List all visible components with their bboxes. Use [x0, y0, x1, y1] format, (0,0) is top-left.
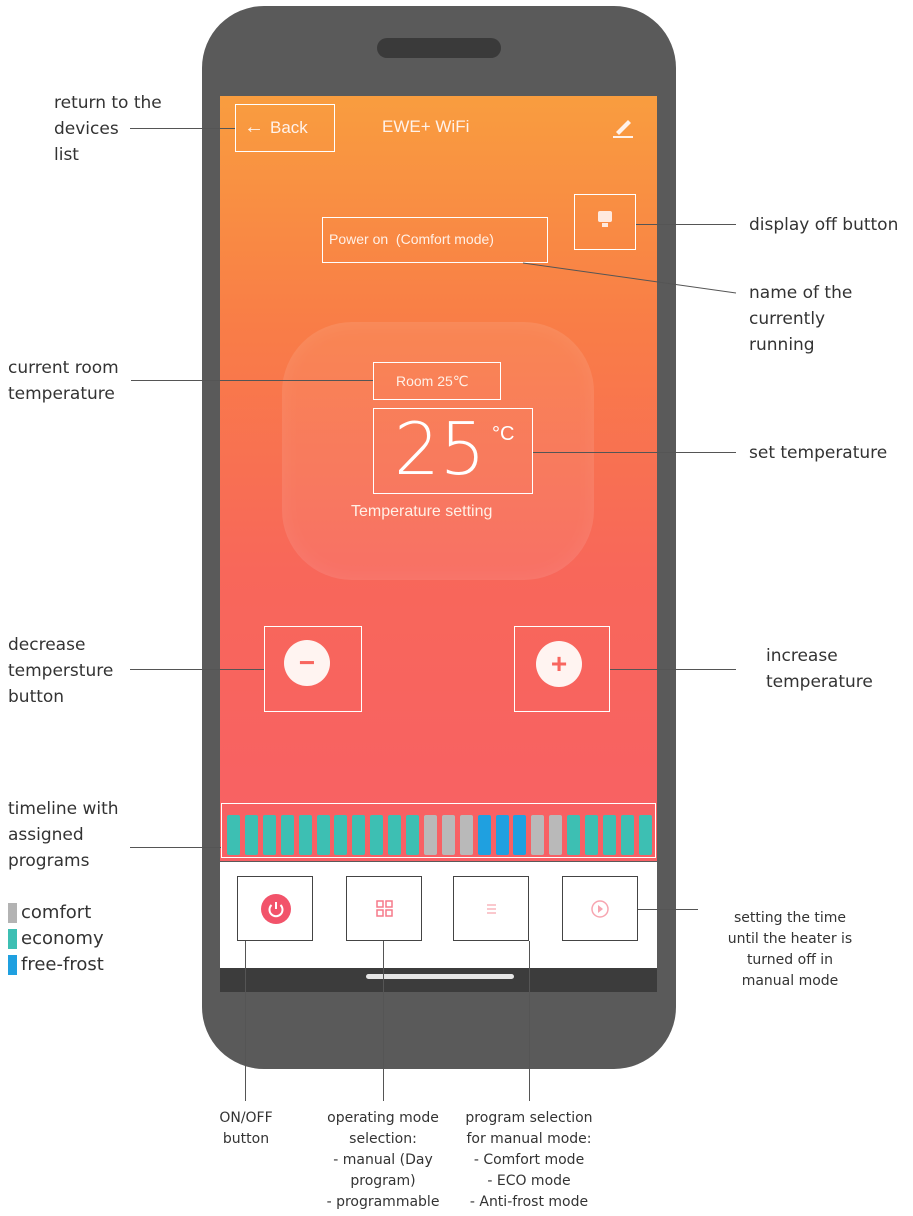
callout-onoff: ON/OFF button	[219, 1110, 273, 1147]
increase-button[interactable]: +	[536, 641, 582, 687]
program-selection-button[interactable]	[453, 876, 529, 941]
connector-set-temp	[533, 452, 736, 453]
legend-label-economy: economy	[21, 928, 104, 949]
callout-back: return to the devices list	[54, 93, 162, 165]
connector-room-temp	[131, 380, 373, 381]
mode-status: Power on (Comfort mode)	[329, 231, 494, 247]
phone-speaker	[377, 38, 501, 58]
set-temp-box: 25 °C	[373, 407, 533, 494]
callout-room-temp: current room temperature	[8, 358, 119, 404]
power-icon	[261, 894, 291, 924]
callout-decrease: decrease tempersture button	[8, 635, 114, 707]
home-indicator[interactable]	[366, 974, 514, 979]
callout-program-selection: program selection for manual mode: - Com…	[465, 1110, 593, 1210]
connector-timeline	[130, 847, 221, 848]
temperature-unit: °C	[492, 423, 515, 445]
display-off-button[interactable]	[574, 194, 636, 250]
operating-mode-button[interactable]	[346, 876, 422, 941]
app-title: EWE+ WiFi	[382, 117, 470, 136]
connector-operating-mode	[383, 941, 384, 1101]
connector-timer	[638, 909, 698, 910]
legend-swatch-economy	[8, 929, 17, 949]
system-nav-bar	[220, 968, 657, 992]
legend-swatch-free-frost	[8, 955, 17, 975]
room-temperature: Room 25℃	[396, 373, 469, 389]
connector-program-selection	[529, 941, 530, 1101]
legend-swatch-comfort	[8, 903, 17, 923]
callout-timer: setting the time until the heater is tur…	[727, 910, 853, 989]
callout-operating-mode: operating mode selection: - manual (Day …	[326, 1110, 440, 1210]
legend-label-comfort: comfort	[21, 902, 92, 923]
back-label: Back	[270, 118, 308, 137]
callout-mode-name: name of the currently running	[749, 283, 853, 355]
program-icon	[487, 904, 496, 914]
plus-icon: +	[550, 648, 568, 679]
connector-onoff	[245, 941, 246, 1101]
display-icon	[598, 211, 612, 227]
edit-icon[interactable]	[610, 114, 636, 140]
decrease-button[interactable]: −	[284, 640, 330, 686]
set-temperature: 25	[394, 407, 486, 491]
temperature-setting-label: Temperature setting	[351, 503, 493, 520]
connector-increase	[610, 669, 736, 670]
timer-icon	[591, 900, 609, 918]
back-button[interactable]: ← Back	[235, 104, 335, 152]
connector-display-off	[636, 224, 736, 225]
room-temp-box: Room 25℃	[373, 362, 501, 400]
back-arrow-icon: ←	[244, 116, 264, 138]
callout-timeline: timeline with assigned programs	[8, 799, 119, 871]
legend-label-free-frost: free-frost	[21, 954, 104, 975]
callout-increase: increase temperature	[766, 646, 873, 692]
mode-status-box: Power on (Comfort mode)	[322, 217, 548, 263]
connector-decrease	[130, 669, 264, 670]
minus-icon: −	[298, 647, 316, 678]
callout-display-off: display off button	[749, 215, 899, 235]
callout-set-temp: set temperature	[749, 443, 888, 463]
timeline-frame	[221, 803, 656, 858]
power-button[interactable]	[237, 876, 313, 941]
timer-button[interactable]	[562, 876, 638, 941]
grid-icon	[376, 900, 393, 917]
